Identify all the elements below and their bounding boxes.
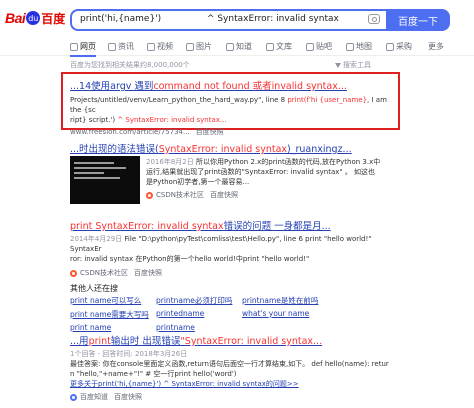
tab-news[interactable]: 资讯: [108, 38, 134, 56]
snapshot-link[interactable]: 百度快照: [210, 190, 238, 200]
tab-label: 知道: [236, 42, 252, 51]
related-link[interactable]: what's your name: [242, 309, 309, 318]
header: Bai du 百度 百度一下: [0, 0, 474, 36]
tab-zhidao[interactable]: 知道: [226, 38, 252, 56]
tab-label: 文库: [276, 42, 292, 51]
csdn-icon: [70, 269, 77, 277]
source-name[interactable]: CSDN技术社区: [80, 268, 128, 278]
snapshot-link[interactable]: 百度快照: [114, 392, 142, 402]
result-count: 百度为您找到相关结果约8,000,000个: [70, 61, 190, 69]
tab-label: 地图: [356, 42, 372, 51]
tab-bar: 网页 资讯 视频 图片 知道 文库 贴吧 地图 采购 更多: [0, 38, 474, 57]
map-icon: [346, 42, 354, 51]
zhidao-icon: [70, 393, 77, 401]
search-input[interactable]: [80, 14, 360, 24]
related-link[interactable]: printedname: [156, 309, 204, 318]
console-text: [74, 172, 104, 174]
tab-video[interactable]: 视频: [147, 38, 173, 56]
result-meta: 1个回答 - 回答时间: 2018年3月26日: [70, 350, 188, 358]
snapshot-link[interactable]: 百度快照: [196, 127, 224, 137]
tab-purchase[interactable]: 采购: [386, 38, 412, 56]
console-text: [74, 162, 114, 164]
result-abstract: 最佳答案: 你在console里面定义函数,return语句后面空一行才算结束,…: [70, 360, 389, 378]
snapshot-link[interactable]: 百度快照: [134, 268, 162, 278]
result-source: 百度知道 百度快照: [70, 392, 410, 402]
tab-web[interactable]: 网页: [70, 38, 96, 57]
forum-icon: [306, 42, 314, 51]
result-item: print SyntaxError: invalid syntax错误的问题 一…: [70, 218, 400, 278]
search-icon: [70, 42, 78, 51]
result-title[interactable]: ...时出现的语法错误(SyntaxError: invalid syntax)…: [70, 141, 400, 155]
result-abstract-block: 2016年8月2日 所以你用Python 2.x的print函数的代码,放在Py…: [146, 157, 396, 200]
result-abstract: 2014年4月29日 File "D:\python\pyTest\comlis…: [70, 235, 372, 263]
tab-label: 图片: [196, 42, 212, 51]
search-box: [70, 9, 388, 31]
tab-label: 视频: [157, 42, 173, 51]
tab-label: 资讯: [118, 42, 134, 51]
search-tools-label: 搜索工具: [343, 61, 371, 69]
image-icon: [186, 42, 194, 51]
result-source: CSDN技术社区 百度快照: [70, 268, 400, 278]
related-searches: 其他人还在搜 print name可以写么 printname必须打印吗 pri…: [70, 283, 318, 332]
related-link[interactable]: printname: [156, 323, 195, 332]
result-item: ...时出现的语法错误(SyntaxError: invalid syntax)…: [70, 141, 400, 155]
camera-icon[interactable]: [368, 14, 380, 24]
result-source: CSDN技术社区 百度快照: [146, 190, 396, 200]
filter-icon: [335, 62, 341, 68]
tab-images[interactable]: 图片: [186, 38, 212, 56]
result-abstract: Projects/untitled/venv/Learn_python_the_…: [70, 96, 387, 124]
news-icon: [108, 42, 116, 51]
document-icon: [266, 42, 274, 51]
tab-tieba[interactable]: 贴吧: [306, 38, 332, 56]
cart-icon: [386, 42, 394, 51]
tab-label: 贴吧: [316, 42, 332, 51]
video-icon: [147, 42, 155, 51]
search-tools-button[interactable]: 搜索工具: [335, 60, 371, 70]
result-abstract: 2016年8月2日 所以你用Python 2.x的print函数的代码,放在Py…: [146, 158, 381, 186]
question-icon: [226, 42, 234, 51]
logo-text: Bai: [5, 10, 26, 26]
tab-more[interactable]: 更多: [428, 38, 444, 56]
related-link[interactable]: print name: [70, 323, 111, 332]
related-link[interactable]: printname必须打印吗: [156, 295, 232, 306]
result-date: 2014年4月29日: [70, 235, 123, 243]
console-text: [74, 167, 126, 169]
search-button[interactable]: 百度一下: [386, 9, 450, 31]
baidu-logo[interactable]: Bai du 百度: [5, 9, 65, 27]
related-link[interactable]: print name需要大写吗: [70, 309, 149, 320]
source-name[interactable]: CSDN技术社区: [156, 190, 204, 200]
result-title[interactable]: print SyntaxError: invalid syntax错误的问题 一…: [70, 218, 400, 232]
console-text: [74, 177, 120, 179]
more-questions-link[interactable]: 更多关于print('hi,{name}') ^ SyntaxError: in…: [70, 380, 299, 388]
result-url[interactable]: www.freesion.com/article/75734...: [70, 128, 190, 136]
tab-label: 更多: [428, 42, 444, 51]
paw-icon: du: [26, 11, 41, 25]
logo-text-cn: 百度: [41, 11, 66, 26]
result-source: www.freesion.com/article/75734... 百度快照: [70, 127, 400, 137]
result-title[interactable]: ...14使用argv 遇到command not found 或者invali…: [70, 78, 400, 92]
csdn-icon: [146, 191, 153, 199]
related-link[interactable]: printname是姓在前吗: [242, 295, 318, 306]
related-link[interactable]: print name可以写么: [70, 295, 141, 306]
tab-map[interactable]: 地图: [346, 38, 372, 56]
tab-wenku[interactable]: 文库: [266, 38, 292, 56]
result-item: ...14使用argv 遇到command not found 或者invali…: [70, 78, 400, 137]
tab-label: 采购: [396, 42, 412, 51]
result-title[interactable]: ...用print输出时 出现错误"SyntaxError: invalid s…: [70, 333, 410, 347]
result-item: ...用print输出时 出现错误"SyntaxError: invalid s…: [70, 333, 410, 402]
related-title: 其他人还在搜: [70, 284, 118, 293]
tab-label: 网页: [80, 42, 96, 51]
result-date: 2016年8月2日: [146, 158, 194, 166]
result-thumbnail[interactable]: [70, 156, 140, 204]
source-name[interactable]: 百度知道: [80, 392, 108, 402]
